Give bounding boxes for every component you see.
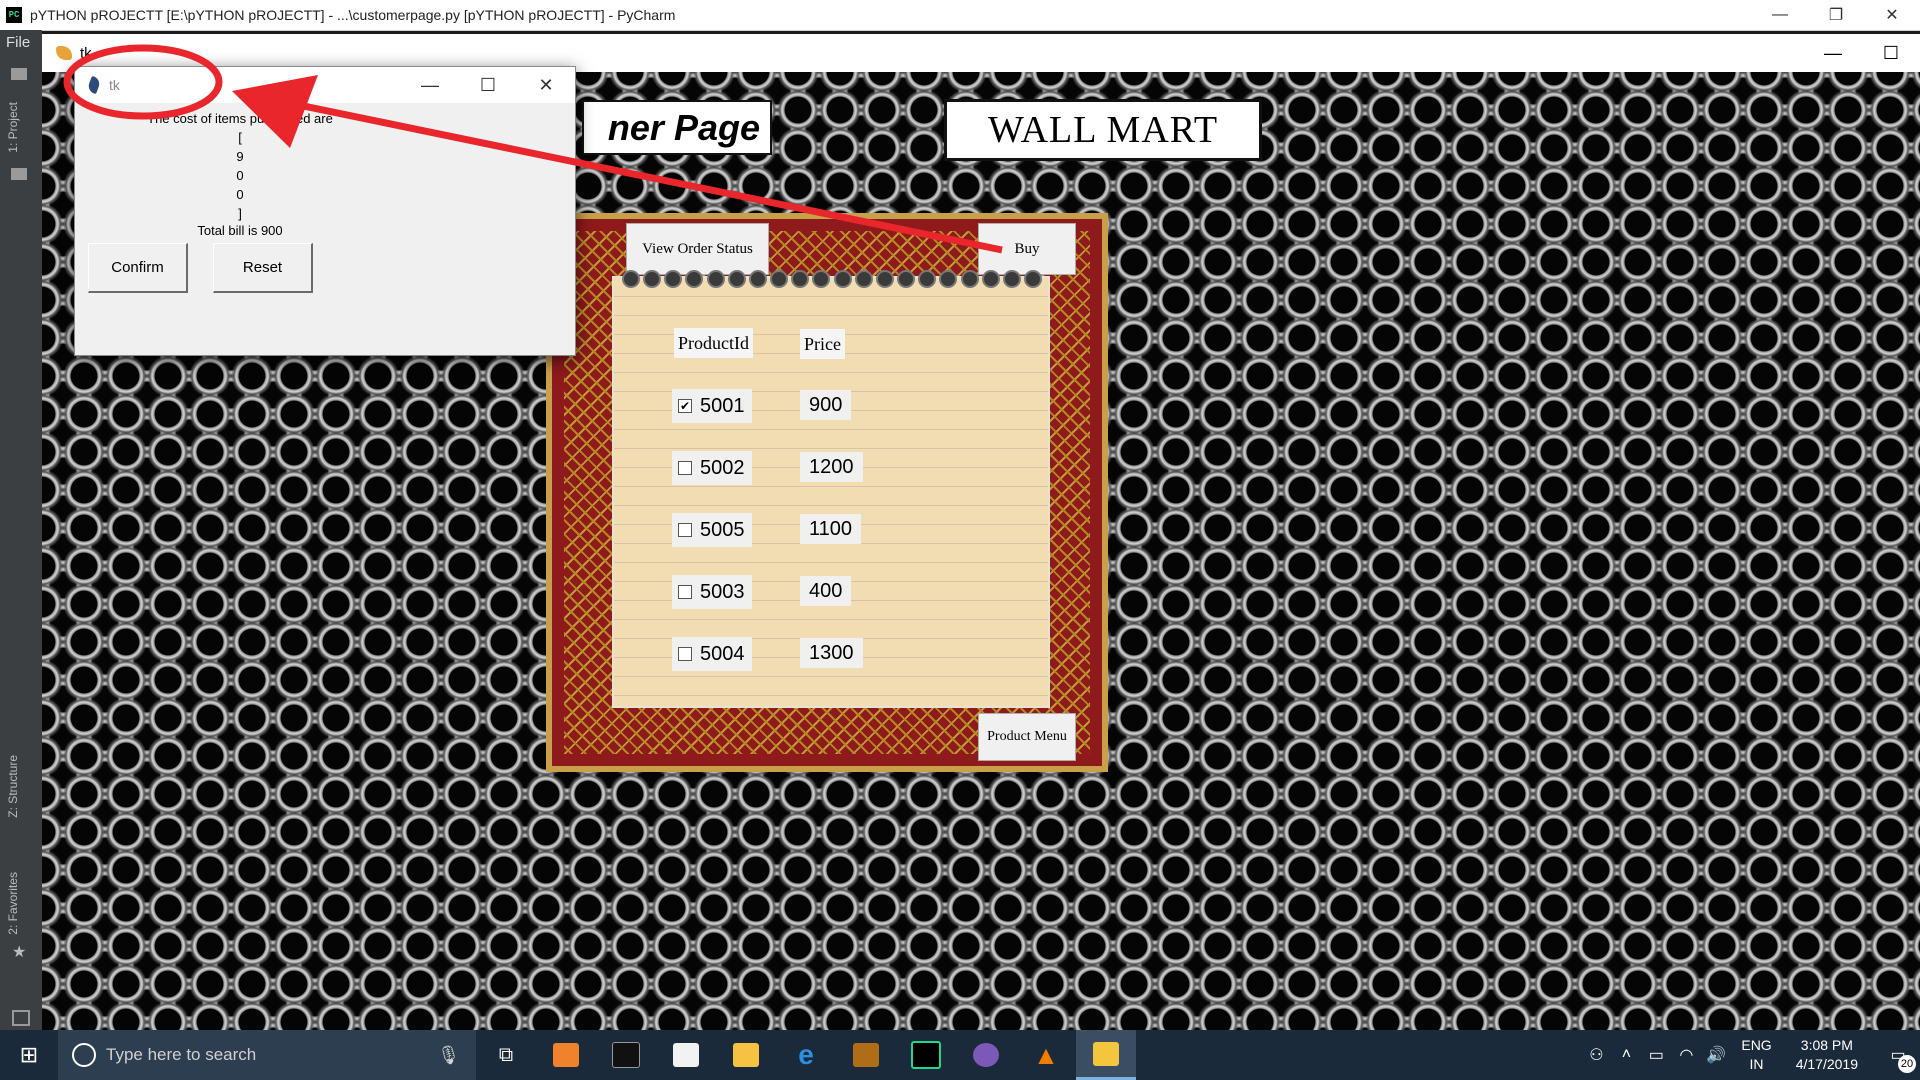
pycharm-logo-icon: PC (6, 7, 22, 23)
page-title: ner Page (582, 100, 772, 155)
header-productid: ProductId (674, 328, 753, 358)
tk-main-title: tk (80, 44, 92, 62)
price-cell: 900 (800, 390, 852, 420)
menu-file[interactable]: File (6, 34, 30, 51)
popup-title: tk (109, 77, 120, 93)
product-checkbox-5005[interactable]: 5005 (672, 513, 752, 547)
tk-minimize-button[interactable]: — (1804, 43, 1862, 64)
pycharm-tool-strip: File 1: Project Z: Structure 2: Favorite… (0, 30, 42, 1030)
battery-icon[interactable]: ▭ (1641, 1045, 1671, 1065)
bill-popup-window: tk — ☐ ✕ The cost of items purchased are… (74, 66, 576, 356)
total-bill-label: Total bill is 900 (197, 223, 283, 238)
popup-minimize-button[interactable]: — (401, 75, 459, 96)
list-item: 0 (236, 187, 244, 202)
price-cell: 1300 (800, 638, 863, 668)
clock[interactable]: 3:08 PM 4/17/2019 (1796, 1036, 1858, 1074)
chevron-up-icon[interactable]: ˄ (1611, 1046, 1641, 1064)
vlc-icon[interactable]: ▲ (1016, 1030, 1076, 1080)
tk-feather-icon (56, 46, 72, 60)
buy-button[interactable]: Buy (978, 223, 1076, 275)
reset-button[interactable]: Reset (213, 243, 313, 293)
search-placeholder: Type here to search (106, 1045, 257, 1064)
cortana-icon (72, 1043, 96, 1067)
notification-badge: 20 (1898, 1055, 1916, 1073)
language-indicator[interactable]: ENG IN (1741, 1036, 1771, 1074)
wifi-icon[interactable]: ◠ (1671, 1045, 1701, 1065)
popup-maximize-button[interactable]: ☐ (459, 75, 517, 96)
layout-icon[interactable] (12, 1010, 30, 1026)
header-price: Price (800, 329, 845, 359)
people-icon[interactable]: ⚇ (1581, 1045, 1611, 1065)
cost-label: The cost of items purchased are (147, 111, 333, 126)
price-cell: 1100 (800, 514, 862, 544)
product-notepad: ProductId Price ✔ 5001 900 5002 1200 500… (612, 270, 1050, 708)
terminal-icon[interactable] (596, 1030, 656, 1080)
task-view-icon[interactable]: ⧉ (476, 1030, 536, 1080)
browser-icon[interactable] (956, 1030, 1016, 1080)
list-open-bracket: [ (238, 130, 242, 145)
file-explorer-icon[interactable] (716, 1030, 776, 1080)
volume-icon[interactable]: 🔊 (1701, 1045, 1731, 1065)
list-item: 9 (236, 149, 244, 164)
edge-icon[interactable]: e (776, 1030, 836, 1080)
product-checkbox-5002[interactable]: 5002 (672, 451, 752, 485)
confirm-button[interactable]: Confirm (88, 243, 188, 293)
taskbar: ⊞ Type here to search 🎙 ⧉ e ▲ ⚇ ˄ ▭ ◠ 🔊 … (0, 1030, 1920, 1080)
brand-title: WALL MART (944, 99, 1262, 161)
notification-icon[interactable]: ▭ 20 (1876, 1045, 1920, 1073)
tab-favorites[interactable]: 2: Favorites (6, 872, 20, 935)
product-checkbox-5001[interactable]: ✔ 5001 (672, 389, 752, 423)
tab-structure[interactable]: Z: Structure (6, 755, 20, 818)
checkbox[interactable] (678, 585, 692, 599)
store-icon[interactable] (656, 1030, 716, 1080)
system-tray: ⚇ ˄ ▭ ◠ 🔊 ENG IN 3:08 PM 4/17/2019 ▭ 20 (1581, 1030, 1920, 1080)
folder-icon (11, 168, 27, 180)
microphone-icon[interactable]: 🎙 (437, 1045, 460, 1066)
checkbox[interactable] (678, 461, 692, 475)
list-close-bracket: ] (238, 206, 242, 221)
notepad-rings (622, 270, 1042, 292)
product-checkbox-5003[interactable]: 5003 (672, 575, 752, 609)
price-cell: 400 (800, 576, 852, 606)
game-app-icon[interactable] (836, 1030, 896, 1080)
tk-maximize-button[interactable]: ☐ (1862, 43, 1920, 64)
price-cell: 1200 (800, 452, 863, 482)
list-item: 0 (236, 168, 244, 183)
checkbox[interactable] (678, 523, 692, 537)
product-checkbox-5004[interactable]: 5004 (672, 637, 752, 671)
popup-titlebar: tk — ☐ ✕ (75, 67, 575, 103)
restore-button[interactable]: ❐ (1808, 0, 1864, 30)
python-tk-icon[interactable] (1076, 1030, 1136, 1080)
close-button[interactable]: ✕ (1864, 0, 1920, 30)
product-menu-button[interactable]: Product Menu (978, 713, 1076, 761)
tk-feather-icon (86, 75, 102, 95)
taskbar-search-box[interactable]: Type here to search 🎙 (58, 1030, 476, 1080)
popup-close-button[interactable]: ✕ (517, 75, 575, 96)
minimize-button[interactable]: — (1752, 0, 1808, 30)
order-frame: View Order Status Buy ProductId Price ✔ … (546, 213, 1108, 772)
pycharm-titlebar: PC pYTHON pROJECTT [E:\pYTHON pROJECTT] … (0, 0, 1920, 31)
view-order-status-button[interactable]: View Order Status (626, 223, 769, 275)
checkbox[interactable] (678, 647, 692, 661)
checkbox-checked[interactable]: ✔ (678, 399, 692, 413)
pycharm-icon[interactable] (896, 1030, 956, 1080)
star-icon: ★ (12, 944, 27, 961)
media-player-icon[interactable] (536, 1030, 596, 1080)
tab-project[interactable]: 1: Project (6, 102, 20, 153)
windows-start-button[interactable]: ⊞ (0, 1030, 58, 1080)
pycharm-window-title: pYTHON pROJECTT [E:\pYTHON pROJECTT] - .… (30, 7, 676, 23)
folder-icon (11, 68, 27, 80)
